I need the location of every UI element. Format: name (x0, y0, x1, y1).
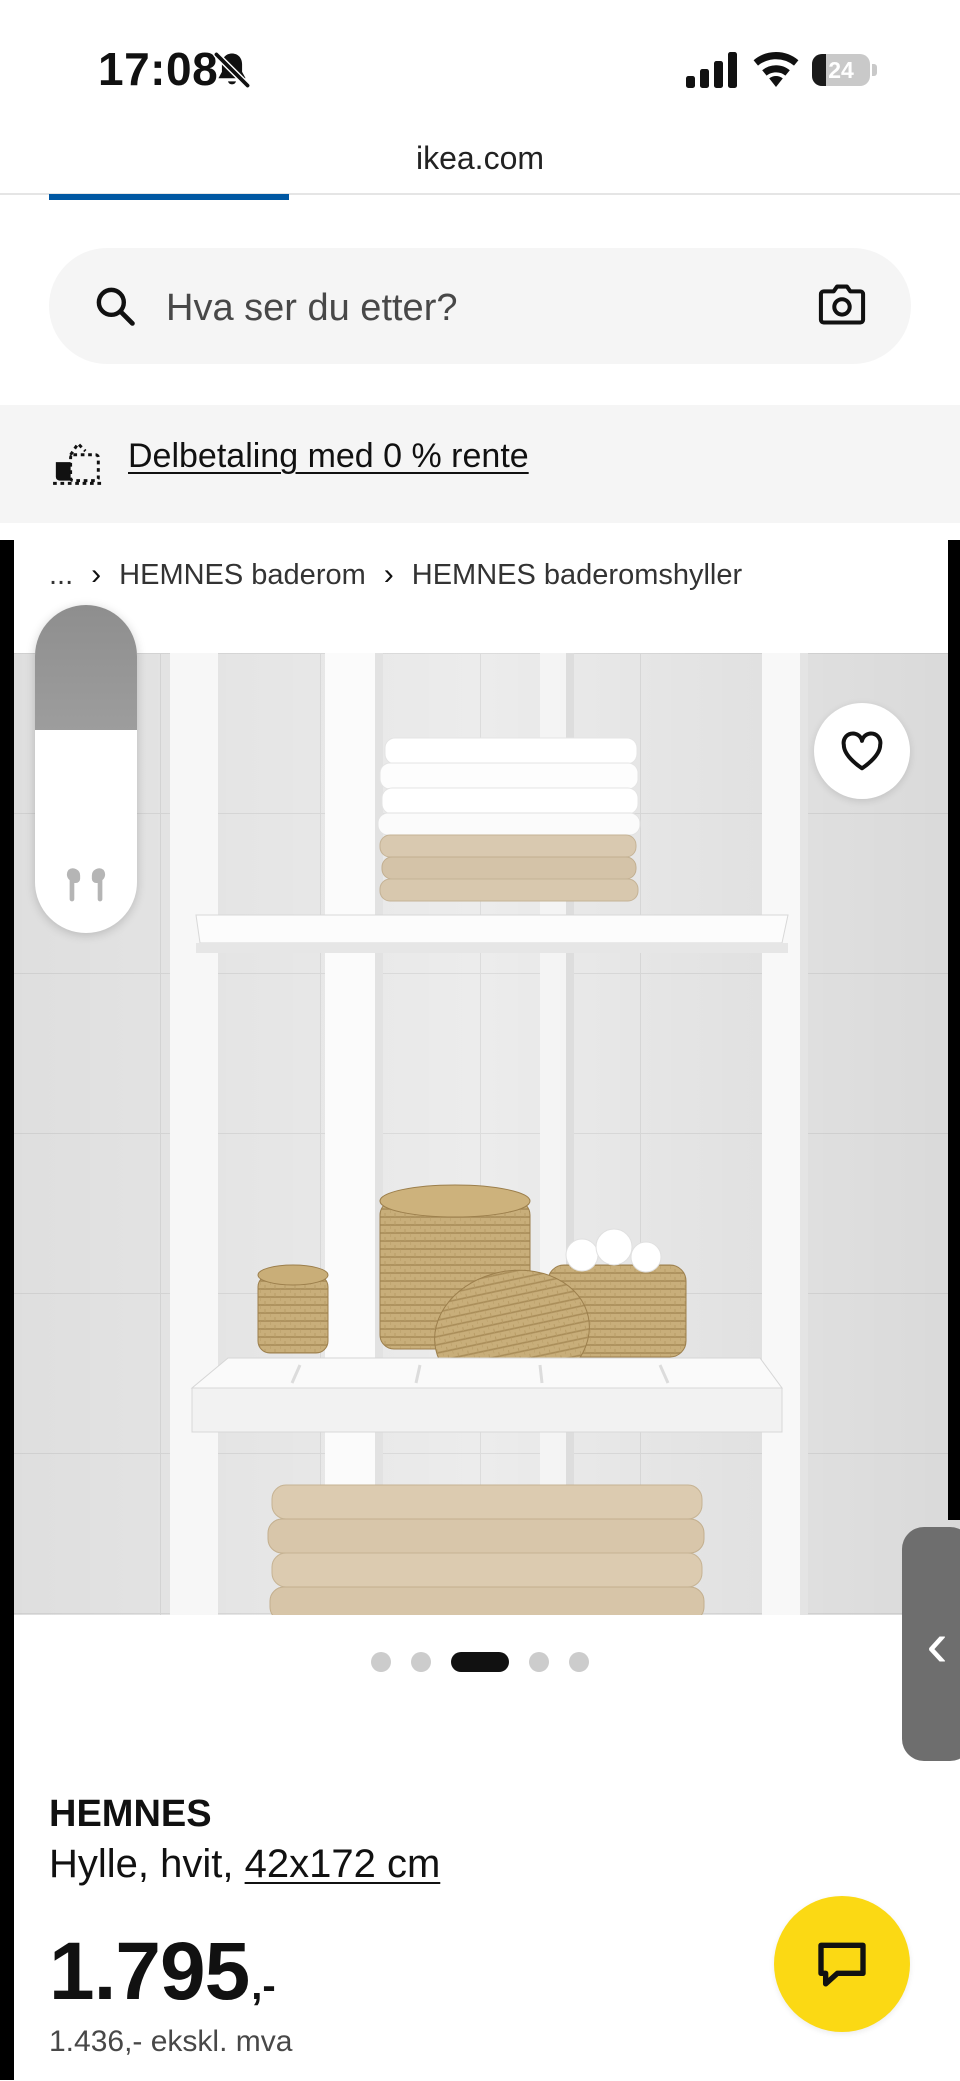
status-time: 17:08 (98, 43, 219, 95)
product-photo (0, 653, 960, 1615)
price-main: 1.795 (49, 1926, 250, 2017)
product-description-text: Hylle, hvit, (49, 1842, 245, 1886)
heart-icon (841, 731, 883, 771)
screen-edge-right (948, 540, 960, 1520)
price-ex-vat: 1.436,- ekskl. mva (49, 2025, 293, 2058)
airpods-icon (66, 868, 106, 902)
product-description: Hylle, hvit, 42x172 cm (49, 1842, 440, 1887)
chevron-right-icon: › (91, 558, 102, 591)
payment-icon (53, 441, 102, 485)
chat-icon (818, 1942, 866, 1987)
camera-icon[interactable] (818, 284, 866, 328)
breadcrumb-item-hemnes-baderom[interactable]: HEMNES baderom (119, 559, 366, 592)
chevron-right-icon: › (383, 558, 394, 591)
breadcrumb-item-hemnes-baderomshyller[interactable]: HEMNES baderomshyller (412, 559, 742, 592)
breadcrumb-item-more[interactable]: ... (49, 559, 73, 592)
breadcrumb: ... › HEMNES baderom › HEMNES baderomshy… (49, 555, 742, 595)
carousel-dot[interactable] (529, 1652, 549, 1672)
tab-indicator (49, 194, 289, 200)
battery-indicator: 24 (812, 54, 878, 86)
side-panel-handle[interactable]: ‹ (902, 1527, 960, 1761)
url-bar[interactable]: ikea.com (0, 140, 960, 177)
price-suffix: ,- (251, 1964, 276, 2008)
signal-icon (686, 52, 737, 88)
screen-edge-left (0, 540, 14, 2080)
product-image[interactable] (0, 653, 960, 1615)
carousel-dots (0, 1650, 960, 1674)
product-price: 1.795 ,- (49, 1925, 276, 2019)
bell-slash-icon (213, 51, 251, 89)
wifi-icon (753, 52, 799, 87)
volume-level (35, 605, 137, 730)
product-size-link[interactable]: 42x172 cm (245, 1842, 441, 1886)
favorite-button[interactable] (814, 703, 910, 799)
search-input[interactable] (166, 280, 766, 336)
carousel-dot[interactable] (569, 1652, 589, 1672)
search-icon (96, 287, 135, 326)
battery-level: 24 (828, 57, 854, 83)
carousel-dot-active[interactable] (451, 1652, 509, 1672)
carousel-dot[interactable] (411, 1652, 431, 1672)
carousel-dot[interactable] (371, 1652, 391, 1672)
product-name: HEMNES (49, 1793, 212, 1835)
chat-button[interactable] (774, 1896, 910, 2032)
promo-link[interactable]: Delbetaling med 0 % rente (128, 437, 529, 476)
